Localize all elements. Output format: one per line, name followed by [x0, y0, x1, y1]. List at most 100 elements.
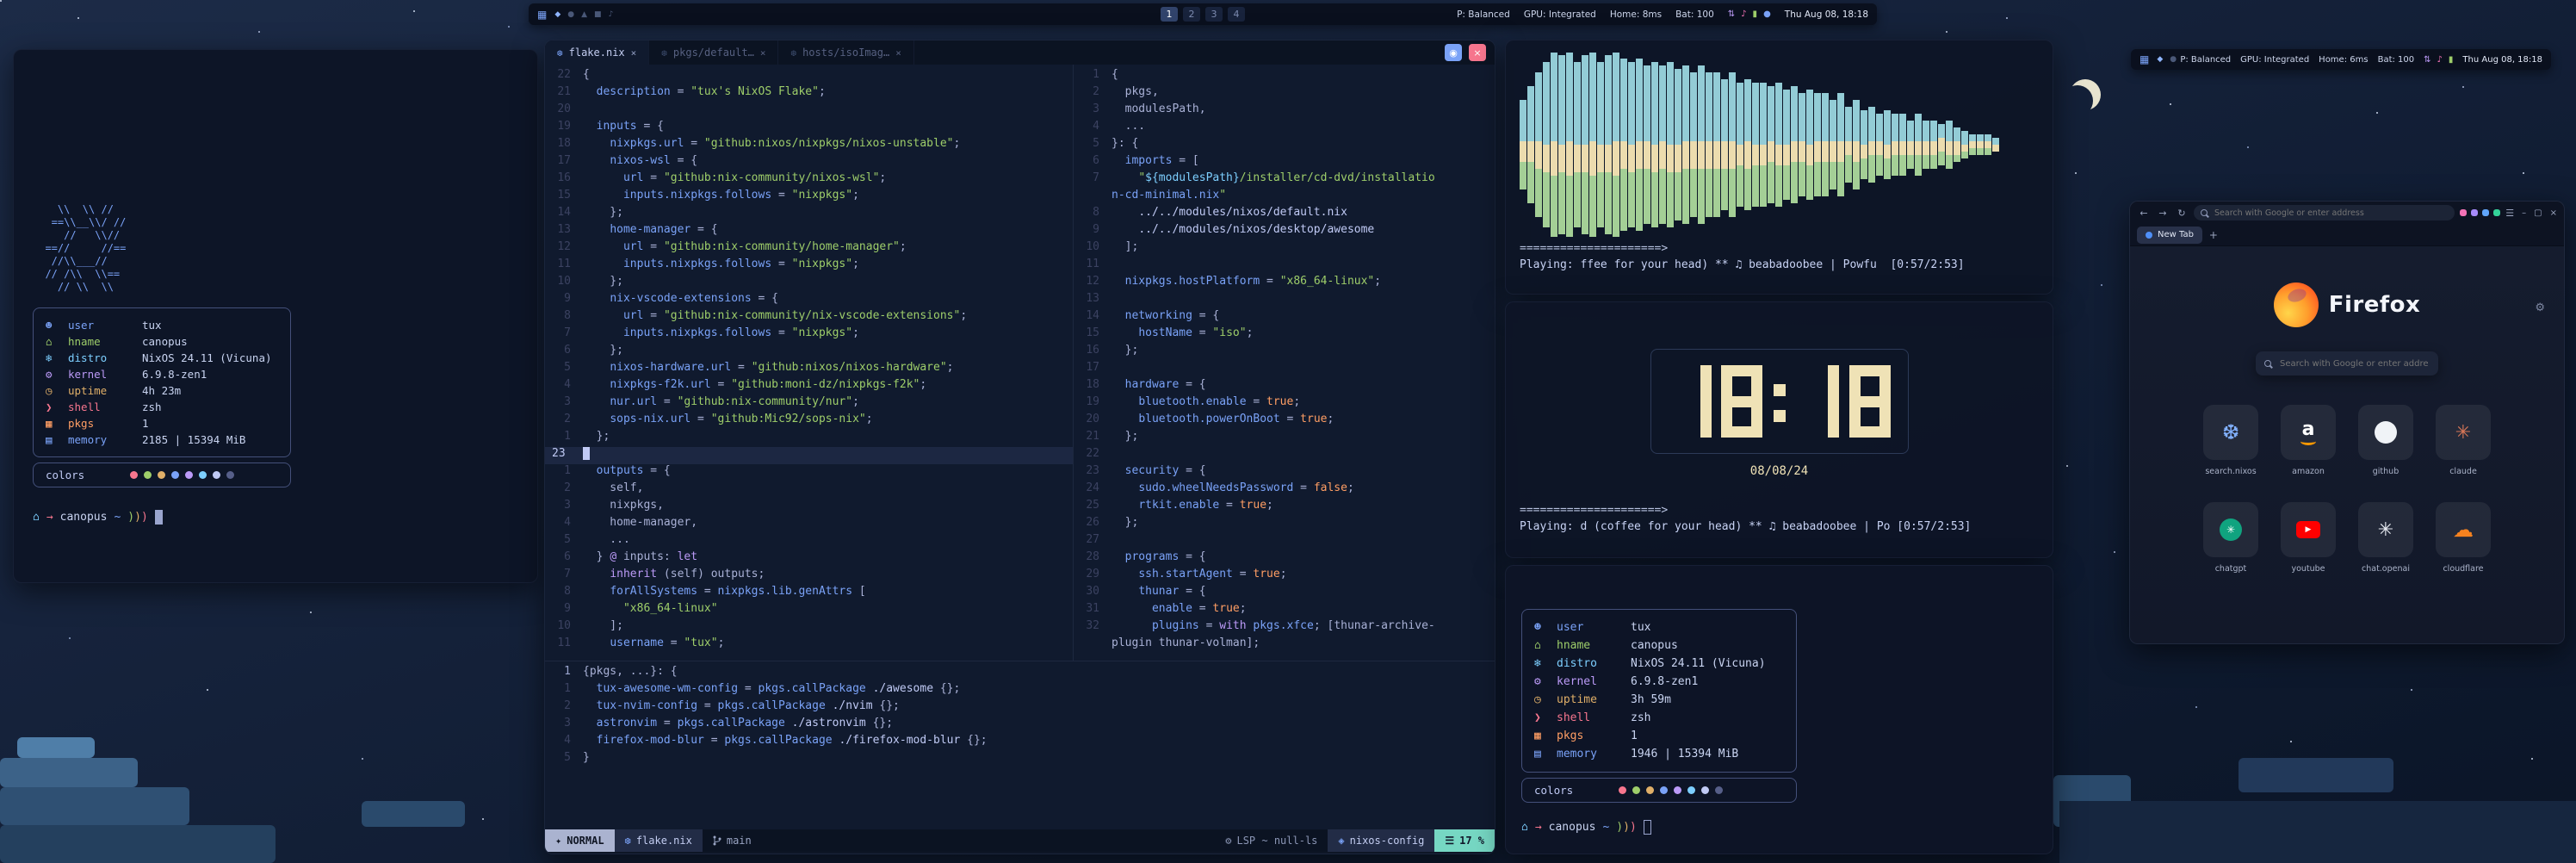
tab-close-button[interactable]: × [895, 47, 901, 59]
code-line: 21 }; [1074, 430, 1495, 447]
reload-button[interactable]: ↻ [2175, 208, 2189, 219]
maximize-button[interactable]: ▢ [2534, 208, 2542, 218]
color-dot [1715, 786, 1723, 794]
url-input[interactable] [2213, 208, 2448, 219]
code-line: 28 programs = { [1074, 550, 1495, 568]
code-line: 11 inputs.nixpkgs.follows = "nixpkgs"; [545, 258, 1073, 275]
shortcut-github[interactable]: github [2358, 405, 2413, 476]
shortcut-label: chat.openai [2358, 564, 2413, 574]
network-icon[interactable]: ⇅ [1728, 9, 1735, 19]
search-icon [2201, 209, 2208, 216]
shortcut-tile[interactable]: ❆ [2203, 405, 2258, 460]
menu-icon[interactable]: ▦ [537, 9, 547, 21]
media-icon[interactable]: ♪ [1741, 9, 1746, 19]
notifications-icon[interactable]: ● [1763, 9, 1771, 19]
terminal-window-cava[interactable]: =====================> Playing: ffee for… [1505, 40, 2053, 295]
code-line: 20 bluetooth.powerOnBoot = true; [1074, 413, 1495, 430]
shortcut-tile[interactable]: ✳ [2436, 405, 2491, 460]
battery-icon[interactable]: ▮ [2449, 55, 2454, 65]
visualizer-bar [1977, 134, 1984, 155]
neovim-window[interactable]: ❆flake.nix×❆pkgs/default…×❆hosts/isoImag… [544, 40, 1495, 854]
visualizer-bar [1752, 83, 1759, 207]
extension-icon[interactable] [2471, 209, 2478, 216]
nixos-ascii-logo: \\ \\ // ==\\__\\/ // // \\// ==// //== … [33, 203, 518, 294]
workspace-button-2[interactable]: 2 [1183, 7, 1200, 22]
chatgpt-icon: ✳ [2220, 518, 2242, 541]
shortcut-cloudflare[interactable]: ☁cloudflare [2436, 502, 2491, 574]
shortcut-tile[interactable]: a [2281, 405, 2336, 460]
editor-pane-pkgs[interactable]: 1{pkgs, ...}: {1 tux-awesome-wm-config =… [545, 661, 1495, 829]
shortcut-tile[interactable]: ✳ [2358, 502, 2413, 557]
shell-prompt[interactable]: ⌂→canopus~))) [33, 510, 518, 525]
mode-indicator: ✦ NORMAL [545, 829, 615, 852]
visualizer-bar [1535, 72, 1542, 217]
tab-hosts-isoImag-[interactable]: ❆hosts/isoImag…× [778, 40, 913, 65]
shortcut-grid: ❆search.nixos aamazon github ✳claude ✳chatgp… [2130, 405, 2564, 574]
code-line: 8 url = "github:nix-community/nix-vscode… [545, 309, 1073, 326]
tag-icon[interactable]: ■ [594, 10, 602, 19]
battery-icon[interactable]: ▮ [1753, 9, 1758, 19]
shortcut-tile[interactable] [2358, 405, 2413, 460]
extension-icon[interactable] [2460, 209, 2467, 216]
visualizer-bar [1892, 114, 1898, 176]
visualizer-bar [1574, 62, 1581, 227]
shortcut-claude[interactable]: ✳claude [2436, 405, 2491, 476]
tag-icon[interactable]: ◆ [2157, 55, 2163, 64]
visualizer-bar [1961, 131, 1968, 158]
shortcut-chatgpt[interactable]: ✳chatgpt [2203, 502, 2258, 574]
shortcut-tile[interactable]: ▶ [2281, 502, 2336, 557]
close-button[interactable]: × [2550, 208, 2557, 218]
tag-icon[interactable]: ◆ [554, 10, 560, 19]
terminal-window-fastfetch-2[interactable]: ☻usertux⌂hnamecanopus❄distroNixOS 24.11 … [1505, 565, 2053, 854]
forward-button[interactable]: → [2156, 208, 2170, 219]
terminal-window-fastfetch[interactable]: \\ \\ // ==\\__\\/ // // \\// ==// //== … [13, 49, 538, 583]
shortcut-youtube[interactable]: ▶youtube [2281, 502, 2336, 574]
fastfetch-colors-box: colors [33, 463, 291, 487]
network-icon[interactable]: ⇅ [2424, 55, 2430, 65]
minimize-button[interactable]: – [2522, 208, 2526, 218]
tab-close-button[interactable]: × [631, 47, 637, 59]
shortcut-tile[interactable]: ✳ [2203, 502, 2258, 557]
tag-icon[interactable]: ● [2170, 55, 2177, 64]
tab-pkgs-default-[interactable]: ❆pkgs/default…× [649, 40, 778, 65]
shortcut-tile[interactable]: ☁ [2436, 502, 2491, 557]
tab-flake-nix[interactable]: ❆flake.nix× [545, 40, 649, 65]
tag-icon[interactable]: ▲ [581, 10, 587, 19]
workspace-button-4[interactable]: 4 [1228, 7, 1245, 22]
clock-date: 08/08/24 [1520, 464, 2039, 478]
shortcut-search.nixos[interactable]: ❆search.nixos [2203, 405, 2258, 476]
personalize-gear-icon[interactable]: ⚙ [2535, 301, 2545, 314]
firefox-window[interactable]: ← → ↻ ☰ – ▢ × New Tab + ⚙ Firefox ❆searc… [2129, 201, 2565, 644]
buffer-pick-button[interactable]: ◉ [1445, 44, 1462, 61]
new-tab-button[interactable]: + [2209, 229, 2218, 241]
back-button[interactable]: ← [2137, 208, 2151, 219]
extension-icon[interactable] [2493, 209, 2500, 216]
menu-icon[interactable]: ▦ [2139, 53, 2149, 65]
code-line: 18 hardware = { [1074, 378, 1495, 395]
tag-icon[interactable]: ● [567, 10, 574, 19]
fetch-row: ◷uptime3h 59m [1534, 691, 1784, 709]
url-bar[interactable] [2194, 205, 2455, 220]
buffer-close-button[interactable]: × [1469, 44, 1486, 61]
command-line[interactable] [545, 852, 1495, 854]
fetch-row: ❄distroNixOS 24.11 (Vicuna) [46, 350, 278, 366]
terminal-window-clock[interactable]: 08/08/24 =====================> Playing:… [1505, 301, 2053, 558]
tab-new-tab[interactable]: New Tab [2137, 227, 2202, 244]
code-line: 1 }; [545, 430, 1073, 447]
newtab-search-bar[interactable] [2256, 351, 2438, 376]
editor-pane-iso[interactable]: 1{2 pkgs,3 modulesPath,4 ...5}: {6 impor… [1074, 65, 1495, 661]
visualizer-bar [1667, 62, 1674, 227]
newtab-search-input[interactable] [2278, 358, 2430, 369]
code-line: 11 username = "tux"; [545, 636, 1073, 654]
app-menu-icon[interactable]: ☰ [2505, 208, 2514, 219]
media-icon[interactable]: ♪ [2437, 55, 2443, 65]
workspace-button-3[interactable]: 3 [1205, 7, 1223, 22]
tab-close-button[interactable]: × [760, 47, 766, 59]
shortcut-amazon[interactable]: aamazon [2281, 405, 2336, 476]
editor-pane-flake[interactable]: 22{21 description = "tux's NixOS Flake";… [545, 65, 1074, 661]
shortcut-chat.openai[interactable]: ✳ chat.openai [2358, 502, 2413, 574]
extension-icon[interactable] [2482, 209, 2489, 216]
tag-icon[interactable]: ♪ [609, 10, 614, 19]
shell-prompt[interactable]: ⌂→canopus~))) [1521, 820, 2037, 835]
workspace-button-1[interactable]: 1 [1161, 7, 1178, 22]
